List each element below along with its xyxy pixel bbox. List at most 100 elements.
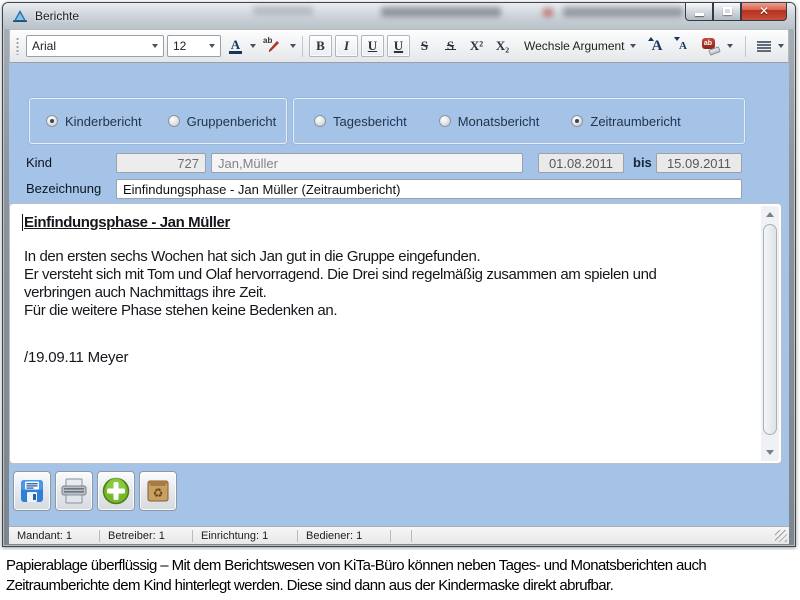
toolbar-separator <box>302 36 303 57</box>
recycle-button[interactable]: ♻ <box>139 471 177 511</box>
highlight-button[interactable]: ab <box>259 35 287 57</box>
add-icon <box>102 477 130 505</box>
text-cursor <box>22 214 23 231</box>
save-button[interactable] <box>13 471 51 511</box>
font-family-value: Arial <box>32 39 56 53</box>
radio-kinderbericht[interactable]: Kinderbericht <box>46 114 142 129</box>
status-bediener: Bediener: 1 <box>306 530 390 542</box>
align-dropdown[interactable] <box>778 44 784 48</box>
app-window: Berichte ✕ Arial 12 A <box>2 2 796 547</box>
svg-text:♻: ♻ <box>153 486 164 500</box>
status-mandant: Mandant: 1 <box>17 530 99 542</box>
report-paragraph: Er versteht sich mit Tom und Olaf hervor… <box>24 266 696 302</box>
add-button[interactable] <box>97 471 135 511</box>
superscript-button[interactable]: X² <box>465 35 488 57</box>
font-color-icon: A <box>231 39 240 50</box>
caption-text: Papierablage überflüssig – Mit dem Beric… <box>0 550 800 596</box>
spellcheck-dropdown[interactable] <box>727 44 733 48</box>
grow-font-icon <box>648 37 654 41</box>
print-icon <box>60 478 88 504</box>
print-button[interactable] <box>55 471 93 511</box>
close-button[interactable]: ✕ <box>741 3 787 21</box>
chevron-down-icon <box>630 44 636 48</box>
maximize-icon <box>723 7 732 15</box>
caption-area: Papierablage überflüssig – Mit dem Beric… <box>0 550 800 600</box>
shrink-font-button[interactable]: A <box>672 35 695 57</box>
window-controls: ✕ <box>685 3 787 21</box>
report-paragraph: Für die weitere Phase stehen keine Beden… <box>24 302 696 320</box>
report-heading: Einfindungsphase - Jan Müller <box>24 214 741 231</box>
font-size-select[interactable]: 12 <box>167 35 221 57</box>
kind-id-field[interactable]: 727 <box>116 153 206 173</box>
radio-icon <box>46 115 58 127</box>
underline-button[interactable]: U <box>361 35 384 57</box>
bezeichnung-label: Bezeichnung <box>26 181 101 196</box>
screenshot: Berichte ✕ Arial 12 A <box>0 0 800 600</box>
status-bar: Mandant: 1 Betreiber: 1 Einrichtung: 1 B… <box>9 526 789 544</box>
radio-icon <box>314 115 326 127</box>
content-area: Kinderbericht Gruppenbericht Tagesberich… <box>9 63 789 526</box>
radio-icon <box>439 115 451 127</box>
radio-icon <box>168 115 180 127</box>
resize-grip[interactable] <box>775 530 787 542</box>
double-underline-button[interactable]: U <box>387 35 410 57</box>
radio-icon <box>571 115 583 127</box>
kind-name-field[interactable]: Jan,Müller <box>211 153 523 173</box>
font-color-bar <box>229 51 242 54</box>
highlight-dropdown[interactable] <box>290 44 296 48</box>
date-to-field[interactable]: 15.09.2011 <box>656 153 742 173</box>
spellcheck-button[interactable]: ab <box>698 35 724 57</box>
scrollbar-thumb[interactable] <box>763 224 777 435</box>
bold-button[interactable]: B <box>309 35 332 57</box>
chevron-down-icon <box>209 44 215 48</box>
report-paragraph: In den ersten sechs Wochen hat sich Jan … <box>24 248 696 266</box>
maximize-button[interactable] <box>713 3 741 21</box>
radio-zeitraumbericht[interactable]: Zeitraumbericht <box>571 114 680 129</box>
double-strikethrough-button[interactable]: S <box>439 35 462 57</box>
status-einrichtung: Einrichtung: 1 <box>201 530 297 542</box>
editor-scrollbar[interactable] <box>761 206 779 461</box>
editor-document[interactable]: Einfindungsphase - Jan Müller In den ers… <box>24 214 741 455</box>
toolbar-separator <box>745 36 746 57</box>
date-from-field[interactable]: 01.08.2011 <box>538 153 624 173</box>
app-icon <box>13 9 28 23</box>
align-left-icon <box>757 41 771 52</box>
grow-font-button[interactable]: A <box>646 35 669 57</box>
font-color-dropdown[interactable] <box>250 44 256 48</box>
bis-label: bis <box>633 155 652 170</box>
report-signature: /19.09.11 Meyer <box>24 349 741 366</box>
radio-tagesbericht[interactable]: Tagesbericht <box>314 114 407 129</box>
format-toolbar: Arial 12 A ab <box>9 29 789 63</box>
radio-gruppenbericht[interactable]: Gruppenbericht <box>168 114 277 129</box>
font-family-select[interactable]: Arial <box>26 35 164 57</box>
save-icon <box>19 478 45 504</box>
report-subject-group: Kinderbericht Gruppenbericht <box>29 98 287 144</box>
shrink-font-icon <box>674 37 680 41</box>
minimize-button[interactable] <box>685 3 713 21</box>
scroll-up-icon[interactable] <box>761 206 779 223</box>
kind-label: Kind <box>26 155 52 170</box>
recycle-icon: ♻ <box>145 478 171 504</box>
italic-button[interactable]: I <box>335 35 358 57</box>
font-size-value: 12 <box>173 39 186 53</box>
status-betreiber: Betreiber: 1 <box>108 530 192 542</box>
aero-blur-decoration <box>543 8 553 17</box>
chevron-down-icon <box>152 44 158 48</box>
font-color-button[interactable]: A <box>224 35 247 57</box>
aero-blur-decoration <box>563 7 683 17</box>
window-title: Berichte <box>35 9 79 23</box>
minimize-icon <box>695 13 704 16</box>
toolbar-grip[interactable] <box>15 37 20 55</box>
aero-blur-decoration <box>381 7 501 17</box>
wechsle-argument-dropdown[interactable]: Wechsle Argument <box>517 35 643 57</box>
scroll-down-icon[interactable] <box>761 444 779 461</box>
subscript-button[interactable]: X₂ <box>491 35 514 57</box>
align-button[interactable] <box>752 35 775 57</box>
title-bar[interactable]: Berichte ✕ <box>3 3 795 29</box>
report-period-group: Tagesbericht Monatsbericht Zeitraumberic… <box>293 98 745 144</box>
bezeichnung-input[interactable]: Einfindungsphase - Jan Müller (Zeitraumb… <box>116 179 742 199</box>
report-text-editor[interactable]: Einfindungsphase - Jan Müller In den ers… <box>9 203 782 464</box>
strikethrough-button[interactable]: S <box>413 35 436 57</box>
aero-blur-decoration <box>253 6 313 15</box>
radio-monatsbericht[interactable]: Monatsbericht <box>439 114 540 129</box>
